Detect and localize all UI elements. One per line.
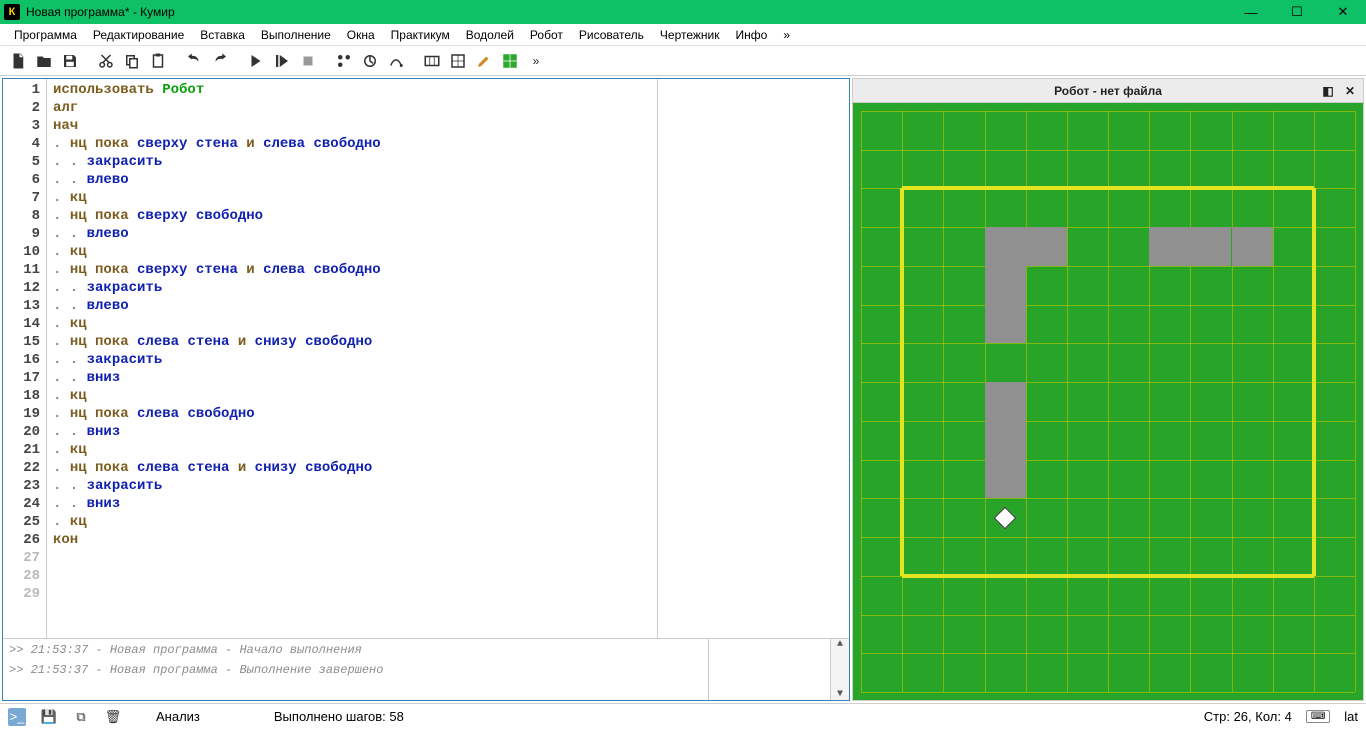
menu-item-2[interactable]: Вставка: [192, 26, 253, 44]
menu-item-10[interactable]: Инфо: [728, 26, 776, 44]
main-content: 1234567891011121314151617181920212223242…: [0, 76, 1366, 703]
sb-lang[interactable]: lat: [1344, 709, 1358, 724]
stop-icon[interactable]: [296, 49, 320, 73]
painted-cell: [985, 421, 1026, 460]
console-line: >> 21:53:37 - Новая программа - Начало в…: [9, 643, 702, 657]
robot-title: Робот - нет файла: [1054, 84, 1162, 98]
painted-cell: [985, 227, 1026, 266]
menu-item-8[interactable]: Рисователь: [571, 26, 652, 44]
grid-icon[interactable]: [446, 49, 470, 73]
run-icon[interactable]: [244, 49, 268, 73]
scroll-up-icon[interactable]: ▲: [837, 639, 843, 650]
robot-field-icon[interactable]: [498, 49, 522, 73]
undo-icon[interactable]: [182, 49, 206, 73]
painted-cell: [1026, 227, 1067, 266]
sb-cursor: Стр: 26, Кол: 4: [1204, 709, 1292, 724]
robot-marker[interactable]: [994, 506, 1017, 529]
brush-icon[interactable]: [472, 49, 496, 73]
editor-panel: 1234567891011121314151617181920212223242…: [2, 78, 850, 701]
titlebar: К Новая программа* - Кумир — ☐ ✕: [0, 0, 1366, 24]
tool2-icon[interactable]: [358, 49, 382, 73]
sb-copy-icon[interactable]: ⧉: [72, 708, 90, 726]
menu-item-0[interactable]: Программа: [6, 26, 85, 44]
console-scrollbar[interactable]: ▲ ▼: [831, 639, 849, 700]
painted-cell: [1232, 227, 1273, 266]
paste-icon[interactable]: [146, 49, 170, 73]
cut-icon[interactable]: [94, 49, 118, 73]
copy-icon[interactable]: [120, 49, 144, 73]
statusbar: >_ 💾 ⧉ 🗑 Анализ Выполнено шагов: 58 Стр:…: [0, 703, 1366, 729]
console-log[interactable]: >> 21:53:37 - Новая программа - Начало в…: [3, 639, 709, 700]
sb-keyboard-icon[interactable]: ⌨: [1306, 710, 1330, 723]
sb-save-icon[interactable]: 💾: [40, 708, 58, 726]
robot-dock-icon[interactable]: ◧: [1319, 82, 1337, 100]
redo-icon[interactable]: [208, 49, 232, 73]
painted-cell: [985, 460, 1026, 499]
save-file-icon[interactable]: [58, 49, 82, 73]
sb-analysis[interactable]: Анализ: [156, 709, 200, 724]
console-line: >> 21:53:37 - Новая программа - Выполнен…: [9, 663, 702, 677]
painted-cell: [985, 382, 1026, 421]
minimize-button[interactable]: —: [1228, 0, 1274, 24]
open-file-icon[interactable]: [32, 49, 56, 73]
app-icon: К: [4, 4, 20, 20]
window-title: Новая программа* - Кумир: [26, 5, 1228, 19]
menu-item-11[interactable]: »: [775, 26, 798, 44]
toolbar: »: [0, 46, 1366, 76]
console-panel: >> 21:53:37 - Новая программа - Начало в…: [3, 638, 849, 700]
step-icon[interactable]: [270, 49, 294, 73]
tool3-icon[interactable]: [384, 49, 408, 73]
sb-trash-icon[interactable]: 🗑: [104, 708, 122, 726]
new-file-icon[interactable]: [6, 49, 30, 73]
console-side: [709, 639, 831, 700]
menu-item-5[interactable]: Практикум: [383, 26, 458, 44]
robot-close-icon[interactable]: ✕: [1341, 82, 1359, 100]
menu-item-4[interactable]: Окна: [339, 26, 383, 44]
menu-item-1[interactable]: Редактирование: [85, 26, 192, 44]
robot-field[interactable]: [852, 102, 1364, 701]
sb-steps: Выполнено шагов: 58: [274, 709, 404, 724]
sb-console-icon[interactable]: >_: [8, 708, 26, 726]
menu-item-9[interactable]: Чертежник: [652, 26, 728, 44]
robot-panel: Робот - нет файла ◧ ✕: [852, 78, 1364, 701]
menubar: ПрограммаРедактированиеВставкаВыполнение…: [0, 24, 1366, 46]
code-editor[interactable]: использовать Роботалгнач. нц пока сверху…: [47, 79, 657, 638]
menu-item-6[interactable]: Водолей: [458, 26, 522, 44]
robot-header: Робот - нет файла ◧ ✕: [852, 78, 1364, 102]
painted-cell: [1190, 227, 1231, 266]
painted-cell: [985, 266, 1026, 305]
maximize-button[interactable]: ☐: [1274, 0, 1320, 24]
counter-icon[interactable]: [420, 49, 444, 73]
close-button[interactable]: ✕: [1320, 0, 1366, 24]
editor-margin: [657, 79, 849, 638]
menu-item-7[interactable]: Робот: [522, 26, 571, 44]
painted-cell: [985, 305, 1026, 344]
painted-cell: [1149, 227, 1190, 266]
menu-item-3[interactable]: Выполнение: [253, 26, 339, 44]
line-gutter: 1234567891011121314151617181920212223242…: [3, 79, 47, 638]
tool1-icon[interactable]: [332, 49, 356, 73]
toolbar-more-icon[interactable]: »: [524, 49, 548, 73]
scroll-down-icon[interactable]: ▼: [837, 689, 843, 700]
